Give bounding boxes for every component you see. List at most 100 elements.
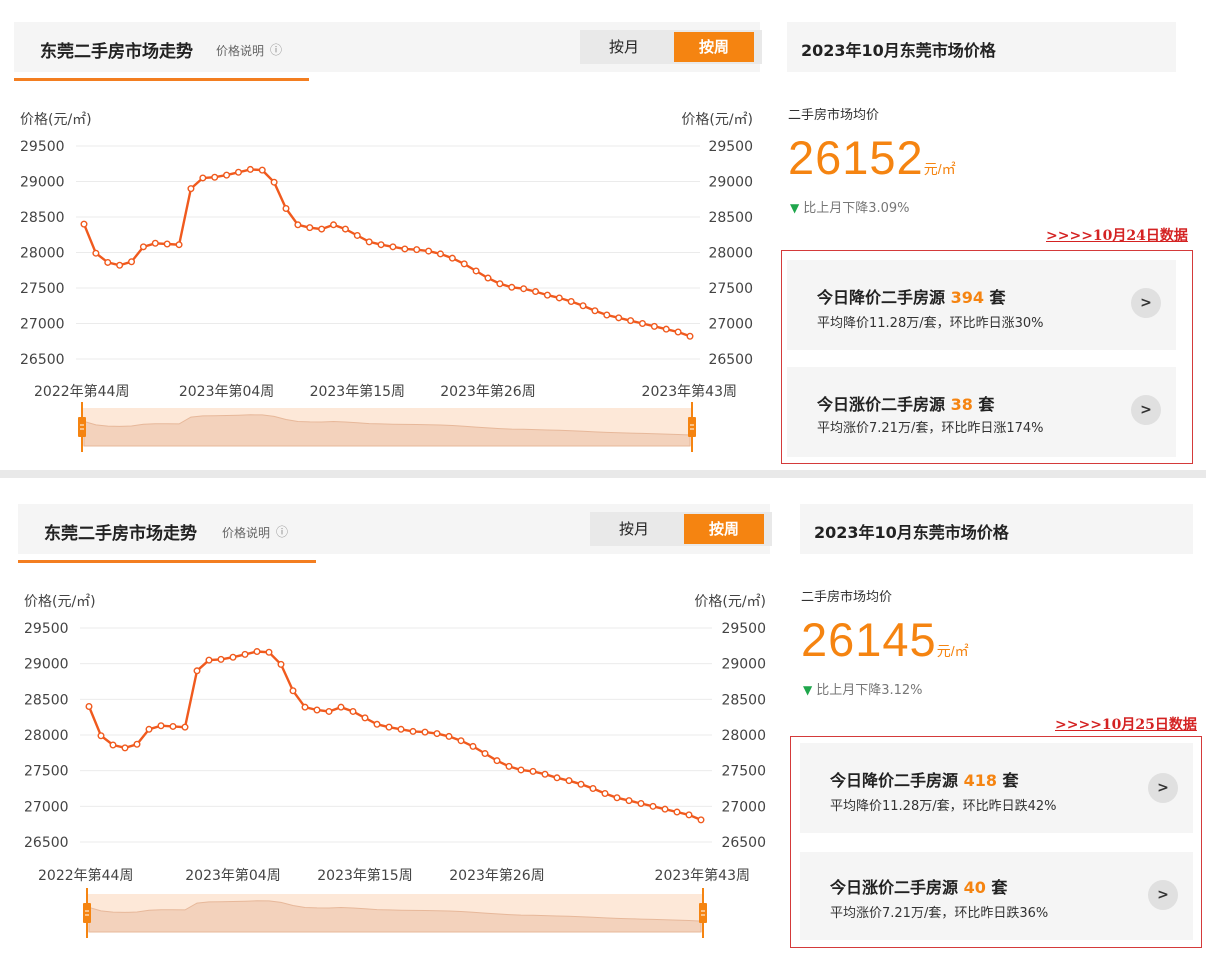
data-point <box>270 178 278 186</box>
data-point <box>532 288 540 296</box>
data-point <box>133 740 141 748</box>
x-tick-label: 2023年第26周 <box>440 383 535 400</box>
price-explain-link[interactable]: 价格说明 <box>216 42 264 59</box>
y-tick-label-right: 26500 <box>708 352 753 368</box>
y-tick-label-right: 28000 <box>721 728 766 744</box>
y-tick-label-left: 28500 <box>24 692 69 708</box>
data-point <box>151 239 159 247</box>
data-point <box>85 702 93 710</box>
data-point <box>389 243 397 251</box>
data-point <box>601 789 609 797</box>
avg-price-label: 二手房市场均价 <box>788 108 880 123</box>
data-point <box>543 291 551 299</box>
data-point <box>365 238 373 246</box>
data-point <box>685 811 693 819</box>
price-cut-card[interactable]: 今日降价二手房源 394 套 平均降价11.28万/套，环比昨日涨30% > <box>787 260 1176 350</box>
y-tick-label-right: 27500 <box>721 764 766 780</box>
data-point <box>282 204 290 212</box>
data-point <box>481 750 489 758</box>
y-tick-label-right: 29500 <box>708 139 753 155</box>
series-line <box>87 650 702 822</box>
x-tick-label: 2023年第15周 <box>310 383 405 400</box>
price-rise-card[interactable]: 今日涨价二手房源 38 套 平均涨价7.21万/套，环比昨日涨174% > <box>787 367 1176 457</box>
range-handle-grip[interactable] <box>699 903 707 923</box>
y-tick-label-right: 28000 <box>708 246 753 262</box>
chevron-right-icon[interactable]: > <box>1148 880 1178 910</box>
market-price-header: 2023年10月东莞市场价格 <box>800 504 1193 554</box>
data-point <box>139 243 147 251</box>
y-tick-label-right: 29000 <box>708 175 753 191</box>
down-triangle-icon: ▼ <box>803 683 813 697</box>
x-tick-label: 2023年第43周 <box>642 383 737 400</box>
tab-underline <box>18 560 316 563</box>
tab-underline <box>14 78 309 81</box>
price-cut-card[interactable]: 今日降价二手房源 418 套 平均降价11.28万/套，环比昨日跌42% > <box>800 743 1193 833</box>
chevron-right-icon[interactable]: > <box>1131 288 1161 318</box>
data-point <box>448 254 456 262</box>
y-tick-label-left: 28000 <box>24 728 69 744</box>
data-point <box>409 727 417 735</box>
data-point <box>661 805 669 813</box>
date-note: >>>>10月24日数据 <box>1046 228 1188 244</box>
price-rise-count: 38 <box>950 395 973 414</box>
data-point <box>603 311 611 319</box>
market-price-title: 2023年10月东莞市场价格 <box>814 523 1009 542</box>
price-trend-chart: 价格(元/㎡) 价格(元/㎡) 26500 26500 27000 27000 27500 2… <box>20 112 753 452</box>
y-tick-label-left: 28500 <box>20 210 65 226</box>
data-point <box>425 247 433 255</box>
date-note: >>>>10月25日数据 <box>1055 717 1197 733</box>
price-trend-chart: 价格(元/㎡) 价格(元/㎡) 26500 26500 27000 27000 27500 2… <box>24 594 766 938</box>
data-point <box>553 774 561 782</box>
tab-monthly[interactable]: 按月 <box>584 32 664 62</box>
price-rise-card[interactable]: 今日涨价二手房源 40 套 平均涨价7.21万/套，环比昨日跌36% > <box>800 852 1193 940</box>
data-point <box>277 660 285 668</box>
avg-price-unit: 元/㎡ <box>923 161 956 177</box>
y-tick-label-left: 26500 <box>20 352 65 368</box>
price-explain-link[interactable]: 价格说明 <box>222 524 270 541</box>
question-circle-icon[interactable]: ⓘ <box>276 523 288 540</box>
data-point <box>565 777 573 785</box>
market-price-title: 2023年10月东莞市场价格 <box>801 41 996 60</box>
y-tick-label-right: 29000 <box>721 657 766 673</box>
chevron-right-icon[interactable]: > <box>1148 773 1178 803</box>
tab-weekly[interactable]: 按周 <box>684 514 764 544</box>
trend-title: 东莞二手房市场走势 <box>40 42 193 62</box>
data-point <box>541 770 549 778</box>
data-point <box>508 283 516 291</box>
data-point <box>673 808 681 816</box>
trend-header: 东莞二手房市场走势 价格说明 ⓘ 按月 按周 <box>18 504 772 554</box>
price-rise-count: 40 <box>963 878 986 897</box>
data-point <box>163 240 171 248</box>
data-point <box>116 261 124 269</box>
data-point <box>241 650 249 658</box>
question-circle-icon[interactable]: ⓘ <box>270 41 282 58</box>
x-tick-label: 2023年第04周 <box>185 867 280 884</box>
data-point <box>638 319 646 327</box>
period-toggle: 按月 按周 <box>580 30 762 64</box>
data-point <box>175 241 183 249</box>
y-axis-label-left: 价格(元/㎡) <box>20 112 92 128</box>
data-point <box>318 225 326 233</box>
data-point <box>128 258 136 266</box>
data-point <box>211 173 219 181</box>
range-handle-grip[interactable] <box>83 903 91 923</box>
data-point <box>157 722 165 730</box>
data-point <box>385 723 393 731</box>
data-point <box>301 703 309 711</box>
range-handle-grip[interactable] <box>78 417 86 437</box>
price-cut-count: 418 <box>963 771 997 790</box>
chevron-right-icon[interactable]: > <box>1131 395 1161 425</box>
trend-title: 东莞二手房市场走势 <box>44 524 197 544</box>
y-axis-label-right: 价格(元/㎡) <box>681 112 753 128</box>
data-point <box>589 784 597 792</box>
tab-weekly[interactable]: 按周 <box>674 32 754 62</box>
x-tick-label: 2022年第44周 <box>34 383 129 400</box>
data-point <box>121 744 129 752</box>
data-point <box>460 260 468 268</box>
avg-price-label: 二手房市场均价 <box>801 590 893 605</box>
y-tick-label-left: 29000 <box>20 175 65 191</box>
data-point <box>505 762 513 770</box>
range-handle-grip[interactable] <box>688 417 696 437</box>
tab-monthly[interactable]: 按月 <box>594 514 674 544</box>
data-point <box>686 332 694 340</box>
